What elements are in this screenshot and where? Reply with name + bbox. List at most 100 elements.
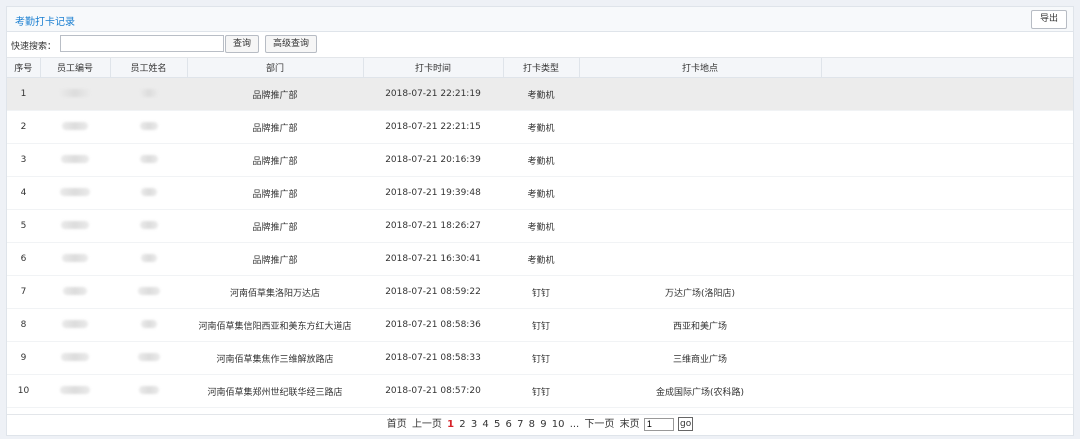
search-input[interactable]: [60, 35, 224, 52]
col-header-blank: [821, 58, 1074, 78]
table-row[interactable]: 4 品牌推广部 2018-07-21 19:39:48 考勤机: [7, 176, 1073, 210]
redacted-blur: [60, 385, 90, 394]
table-row[interactable]: 7 河南佰草集洛阳万达店 2018-07-21 08:59:22 钉钉 万达广场(洛阳店…: [7, 275, 1073, 309]
redacted-blur: [140, 319, 157, 328]
punch-time-cell: 2018-07-21 18:26:27: [363, 209, 503, 243]
department-cell: 河南佰草集郑州世纪联华经三路店: [187, 374, 363, 408]
punch-time-cell: 2018-07-21 16:30:41: [363, 242, 503, 276]
punch-type-cell: 考勤机: [503, 209, 579, 243]
punch-time-cell: 2018-07-21 08:57:20: [363, 374, 503, 408]
table-row[interactable]: 5 品牌推广部 2018-07-21 18:26:27 考勤机: [7, 209, 1073, 243]
pagination: 首页 上一页 1 2 3 4 5 6 7 8 9 10 ... 下一页 末页 g…: [7, 414, 1073, 435]
employee-id-redacted: [40, 110, 110, 144]
redacted-blur: [137, 286, 160, 295]
punch-location-cell: [579, 77, 821, 111]
advanced-search-button[interactable]: 高级查询: [265, 35, 318, 53]
employee-name-redacted: [110, 209, 187, 243]
redacted-blur: [139, 88, 158, 97]
prev-page-link[interactable]: 上一页: [412, 419, 442, 430]
department-cell: 河南佰草集信阳西亚和美东方红大道店: [187, 308, 363, 342]
next-page-link[interactable]: 下一页: [584, 419, 614, 430]
blank-cell: [821, 275, 1073, 309]
employee-name-redacted: [110, 176, 187, 210]
punch-type-cell: 考勤机: [503, 176, 579, 210]
col-header-punch-location[interactable]: 打卡地点: [579, 58, 822, 78]
redacted-blur: [63, 286, 87, 295]
table-row[interactable]: 10 河南佰草集郑州世纪联华经三路店 2018-07-21 08:57:20 钉钉 金成…: [7, 374, 1073, 408]
blank-cell: [821, 308, 1073, 342]
punch-type-cell: 钉钉: [503, 275, 579, 309]
redacted-blur: [140, 253, 157, 262]
punch-time-cell: 2018-07-21 08:59:22: [363, 275, 503, 309]
redacted-blur: [139, 154, 158, 163]
blank-cell: [821, 341, 1073, 375]
punch-time-cell: 2018-07-21 08:58:36: [363, 308, 503, 342]
redacted-blur: [62, 121, 88, 130]
redacted-blur: [138, 385, 159, 394]
current-page: 1: [447, 419, 455, 430]
blank-cell: [821, 77, 1073, 111]
punch-type-cell: 钉钉: [503, 308, 579, 342]
page-link[interactable]: 7: [517, 419, 523, 430]
punch-location-cell: 西亚和美广场: [579, 308, 821, 342]
page-number-input[interactable]: [643, 417, 674, 431]
col-header-department[interactable]: 部门: [187, 58, 364, 78]
col-header-punch-type[interactable]: 打卡类型: [503, 58, 580, 78]
row-number: 2: [7, 110, 40, 144]
page-link[interactable]: 2: [459, 419, 465, 430]
col-header-punch-time[interactable]: 打卡时间: [363, 58, 504, 78]
department-cell: 品牌推广部: [187, 77, 363, 111]
page-link[interactable]: 5: [494, 419, 500, 430]
page-link[interactable]: 3: [471, 419, 477, 430]
row-number: 5: [7, 209, 40, 243]
punch-time-cell: 2018-07-21 22:21:19: [363, 77, 503, 111]
employee-id-redacted: [40, 242, 110, 276]
last-page-link[interactable]: 末页: [620, 419, 640, 430]
page-link[interactable]: 4: [482, 419, 488, 430]
punch-type-cell: 钉钉: [503, 341, 579, 375]
redacted-blur: [60, 187, 90, 196]
col-header-no[interactable]: 序号: [7, 58, 41, 78]
attendance-panel: 考勤打卡记录 导出 快速搜索： 查询 高级查询 序号 员工编号 员工姓名 部门 …: [6, 6, 1074, 436]
export-button[interactable]: 导出: [1030, 10, 1067, 29]
punch-location-cell: [579, 209, 821, 243]
employee-id-redacted: [40, 176, 110, 210]
punch-type-cell: 考勤机: [503, 143, 579, 177]
employee-id-redacted: [40, 374, 110, 408]
row-number: 8: [7, 308, 40, 342]
redacted-blur: [60, 88, 90, 97]
employee-id-redacted: [40, 77, 110, 111]
punch-time-cell: 2018-07-21 08:58:33: [363, 341, 503, 375]
employee-name-redacted: [110, 110, 187, 144]
search-label: 快速搜索：: [11, 42, 57, 52]
page-link[interactable]: 9: [540, 419, 546, 430]
table-row[interactable]: 9 河南佰草集焦作三维解放路店 2018-07-21 08:58:33 钉钉 三维商业广…: [7, 341, 1073, 375]
employee-name-redacted: [110, 242, 187, 276]
row-number: 1: [7, 77, 40, 111]
table-row[interactable]: 2 品牌推广部 2018-07-21 22:21:15 考勤机: [7, 110, 1073, 144]
department-cell: 品牌推广部: [187, 143, 363, 177]
employee-name-redacted: [110, 143, 187, 177]
page-link[interactable]: 8: [529, 419, 535, 430]
search-bar: 快速搜索： 查询 高级查询: [7, 32, 1073, 58]
col-header-employee-name[interactable]: 员工姓名: [110, 58, 188, 78]
department-cell: 品牌推广部: [187, 110, 363, 144]
employee-id-redacted: [40, 209, 110, 243]
department-cell: 河南佰草集洛阳万达店: [187, 275, 363, 309]
table-header-row: 序号 员工编号 员工姓名 部门 打卡时间 打卡类型 打卡地点: [7, 58, 1074, 78]
go-button[interactable]: go: [678, 417, 694, 431]
table-row[interactable]: 6 品牌推广部 2018-07-21 16:30:41 考勤机: [7, 242, 1073, 276]
page-link[interactable]: 10: [552, 419, 565, 430]
page-link[interactable]: 6: [506, 419, 512, 430]
table-row[interactable]: 3 品牌推广部 2018-07-21 20:16:39 考勤机: [7, 143, 1073, 177]
table-row[interactable]: 8 河南佰草集信阳西亚和美东方红大道店 2018-07-21 08:58:36 钉钉西…: [7, 308, 1073, 342]
blank-cell: [821, 374, 1073, 408]
table-row[interactable]: 1 品牌推广部 2018-07-21 22:21:19 考勤机: [7, 77, 1073, 111]
department-cell: 品牌推广部: [187, 242, 363, 276]
punch-type-cell: 考勤机: [503, 242, 579, 276]
col-header-employee-id[interactable]: 员工编号: [40, 58, 111, 78]
page-title: 考勤打卡记录: [15, 17, 75, 28]
panel-header: 考勤打卡记录 导出: [7, 7, 1073, 32]
first-page-link[interactable]: 首页: [387, 419, 407, 430]
search-button[interactable]: 查询: [225, 35, 260, 53]
